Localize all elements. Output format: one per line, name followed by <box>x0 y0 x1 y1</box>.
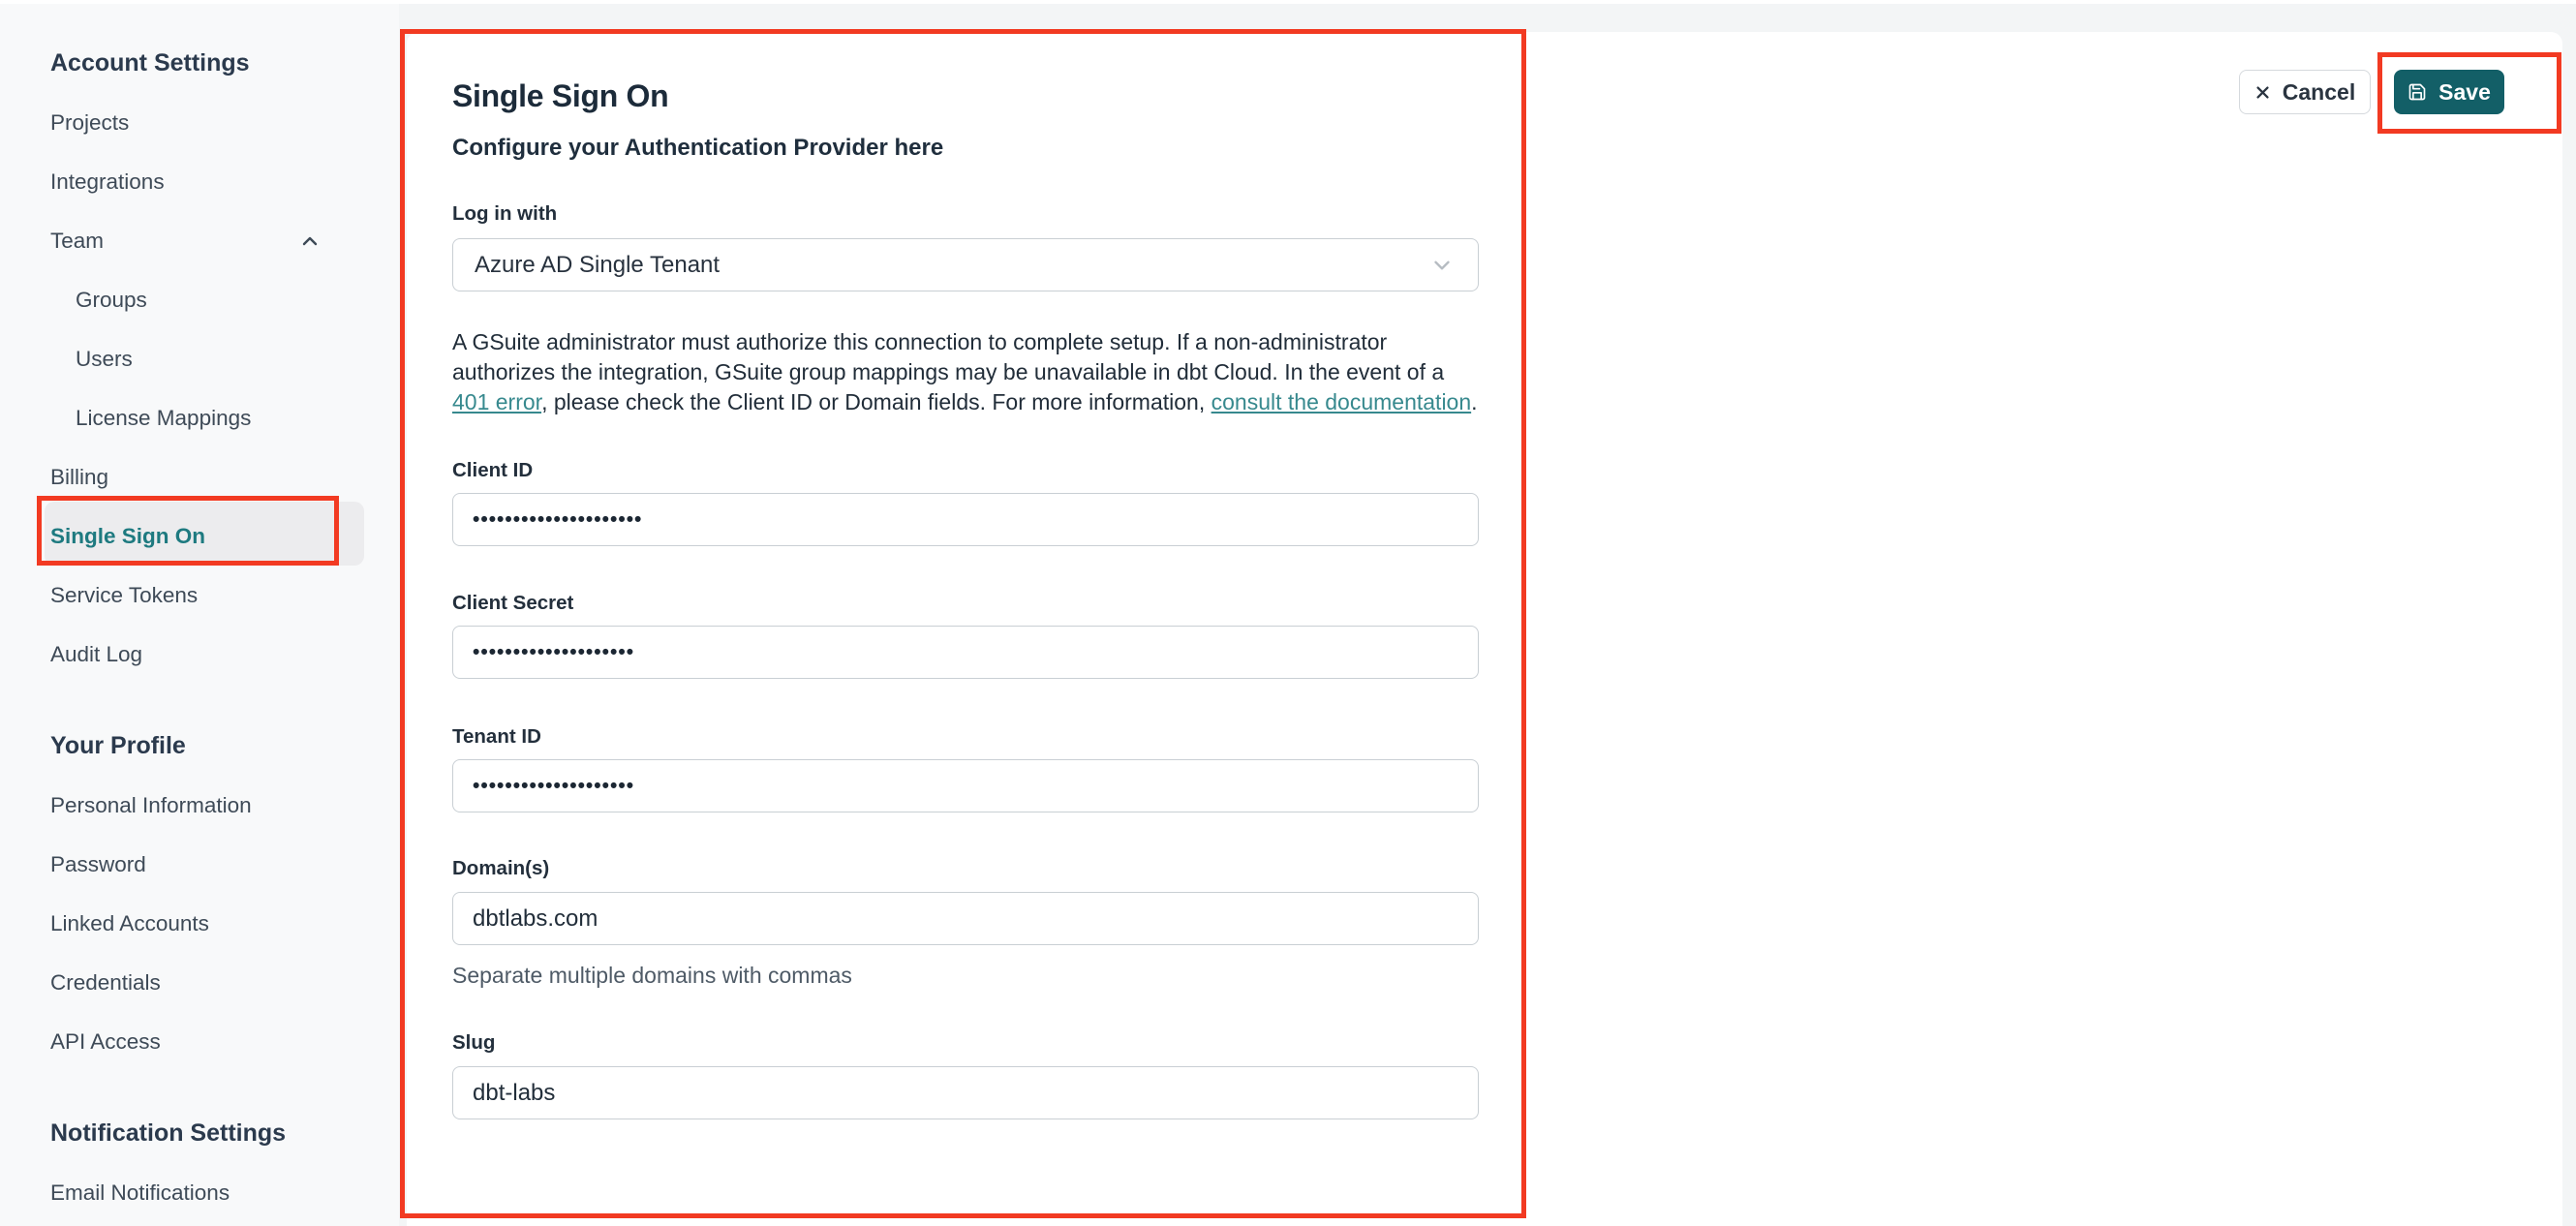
notice-text-1: A GSuite administrator must authorize th… <box>452 329 1445 384</box>
sidebar-item-service-tokens[interactable]: Service Tokens <box>50 566 322 625</box>
client-secret-input[interactable] <box>452 626 1479 679</box>
tenant-id-input[interactable] <box>452 759 1479 812</box>
login-with-label: Log in with <box>452 202 558 225</box>
cancel-button[interactable]: Cancel <box>2239 70 2371 114</box>
sidebar-item-personal-information[interactable]: Personal Information <box>50 776 322 835</box>
sidebar-item-users[interactable]: Users <box>50 329 322 388</box>
slug-input[interactable] <box>452 1066 1479 1119</box>
link-401-error[interactable]: 401 error <box>452 389 541 414</box>
save-icon <box>2407 82 2427 102</box>
sidebar-item-password[interactable]: Password <box>50 835 322 894</box>
save-button[interactable]: Save <box>2394 70 2504 114</box>
chevron-up-icon <box>298 230 322 253</box>
sidebar-item-single-sign-on[interactable]: Single Sign On <box>50 506 322 566</box>
tenant-id-label: Tenant ID <box>452 725 541 748</box>
sidebar-heading-account-settings: Account Settings <box>50 49 250 77</box>
domains-label: Domain(s) <box>452 857 550 879</box>
settings-sidebar: Account Settings Projects Integrations T… <box>0 4 399 1226</box>
sidebar-item-integrations[interactable]: Integrations <box>50 152 322 211</box>
domains-input[interactable] <box>452 892 1479 945</box>
client-id-input[interactable] <box>452 493 1479 546</box>
cancel-button-label: Cancel <box>2282 78 2356 105</box>
domains-helper-text: Separate multiple domains with commas <box>452 963 852 988</box>
gsuite-notice: A GSuite administrator must authorize th… <box>452 327 1487 417</box>
sidebar-item-projects[interactable]: Projects <box>50 93 322 152</box>
notice-text-2: , please check the Client ID or Domain f… <box>541 389 1211 414</box>
account-settings-page: Account Settings Projects Integrations T… <box>0 0 2576 1226</box>
notice-text-3: . <box>1471 389 1478 414</box>
link-consult-documentation[interactable]: consult the documentation <box>1211 389 1472 414</box>
sidebar-item-license-mappings[interactable]: License Mappings <box>50 388 322 447</box>
save-button-label: Save <box>2438 78 2491 105</box>
sidebar-item-credentials[interactable]: Credentials <box>50 953 322 1012</box>
slug-label: Slug <box>452 1031 496 1054</box>
page-subtitle: Configure your Authentication Provider h… <box>452 135 944 161</box>
sidebar-item-billing[interactable]: Billing <box>50 447 322 506</box>
login-with-select[interactable]: Azure AD Single Tenant <box>452 238 1479 291</box>
sidebar-heading-notification-settings: Notification Settings <box>50 1119 287 1147</box>
client-secret-label: Client Secret <box>452 592 574 614</box>
sidebar-heading-your-profile: Your Profile <box>50 732 186 759</box>
chevron-down-icon <box>1429 253 1455 278</box>
sidebar-item-audit-log[interactable]: Audit Log <box>50 625 322 684</box>
sidebar-item-api-access[interactable]: API Access <box>50 1012 322 1071</box>
sidebar-item-email-notifications[interactable]: Email Notifications <box>50 1163 322 1222</box>
page-title: Single Sign On <box>452 78 669 113</box>
sidebar-item-groups[interactable]: Groups <box>50 270 322 329</box>
login-with-selected-value: Azure AD Single Tenant <box>475 251 721 278</box>
client-id-label: Client ID <box>452 459 534 481</box>
sso-settings-card: Single Sign On Configure your Authentica… <box>407 32 2562 1226</box>
close-icon <box>2254 84 2271 101</box>
sidebar-item-linked-accounts[interactable]: Linked Accounts <box>50 894 322 953</box>
sidebar-item-team[interactable]: Team <box>50 211 322 270</box>
